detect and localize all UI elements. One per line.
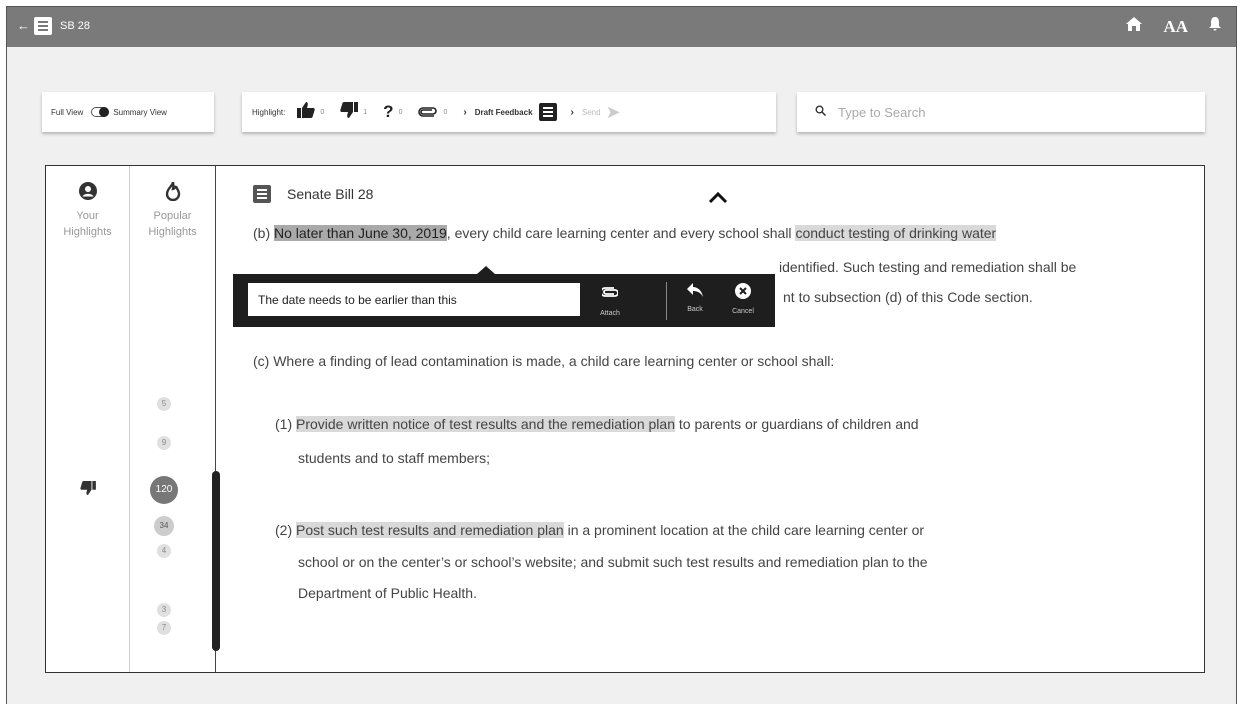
highlight-testing[interactable]: conduct testing of drinking water [795, 225, 997, 241]
attachment-filter[interactable]: 0 [418, 102, 447, 122]
thumbs-down-count: 1 [363, 108, 368, 116]
document-panel: Your Highlights Popular Highlights 5 9 1… [45, 165, 1205, 673]
comment-input[interactable] [248, 283, 580, 316]
item-2-line3: Department of Public Health. [298, 585, 477, 601]
your-highlights-label-line1: Your [76, 210, 99, 222]
send-icon: ➤ [605, 101, 621, 122]
send-button[interactable]: Send ➤ [582, 102, 621, 123]
comment-popup: Attach Back Cancel [233, 266, 775, 327]
collapse-chevron-up-icon[interactable] [708, 184, 728, 210]
para-b-prefix: (b) [253, 225, 274, 241]
item-2-line1: (2) Post such test results and remediati… [275, 520, 924, 540]
item-1-line1: (1) Provide written notice of test resul… [275, 414, 919, 434]
paperclip-icon [590, 282, 630, 308]
user-icon[interactable] [46, 180, 129, 208]
popularity-badge[interactable]: 7 [157, 621, 171, 635]
highlight-label: Highlight: [252, 107, 286, 117]
paragraph-b-line2-visible: identified. Such testing and remediation… [779, 259, 1077, 275]
cancel-label: Cancel [732, 308, 754, 315]
your-highlights-label-line2: Highlights [63, 226, 112, 238]
summary-view-label[interactable]: Summary View [113, 108, 167, 117]
thumbs-down-icon [340, 101, 359, 123]
para-b-text: , every child care learning center and e… [446, 225, 796, 241]
home-icon[interactable] [1125, 16, 1143, 37]
draft-feedback-label[interactable]: Draft Feedback [475, 108, 533, 117]
view-toggle-switch[interactable] [91, 107, 110, 117]
thumbs-up-filter[interactable]: 0 [297, 101, 325, 123]
question-count: 0 [398, 108, 403, 116]
item-2-number: (2) [275, 522, 296, 538]
draft-feedback-icon[interactable] [538, 103, 557, 121]
top-bar: ← SB 28 AA [7, 7, 1236, 47]
item-2-line2: school or on the center’s or school’s we… [298, 554, 928, 570]
item-1-text: to parents or guardians of children and [674, 416, 919, 432]
popular-highlights-column: Popular Highlights 5 9 120 34 4 3 7 [130, 166, 216, 672]
popularity-badge[interactable]: 9 [157, 436, 171, 450]
back-arrow-icon[interactable]: ← [17, 18, 30, 33]
popularity-badge[interactable]: 120 [150, 476, 178, 504]
highlight-item-1[interactable]: Provide written notice of test results a… [296, 416, 675, 432]
document-content: Senate Bill 28 (b) No later than June 30… [216, 166, 1204, 672]
popularity-badge[interactable]: 3 [157, 603, 171, 617]
search-box[interactable]: Type to Search [797, 92, 1205, 132]
search-placeholder: Type to Search [838, 104, 926, 120]
paragraph-b-line1: (b) No later than June 30, 2019, every c… [253, 223, 997, 243]
popularity-badge[interactable]: 4 [157, 544, 171, 558]
popup-divider [666, 282, 667, 320]
your-highlights-column: Your Highlights [46, 166, 130, 672]
back-button[interactable]: Back [675, 282, 715, 313]
popularity-badge[interactable]: 5 [157, 397, 171, 411]
popular-highlights-label-line2: Highlights [148, 226, 197, 238]
attach-button[interactable]: Attach [590, 282, 630, 317]
attachment-count: 0 [443, 108, 448, 116]
item-1-number: (1) [275, 416, 296, 432]
app-frame: ← SB 28 AA Full View Summary View Highli… [6, 6, 1237, 704]
paragraph-b-line3-visible: nt to subsection (d) of this Code sectio… [783, 289, 1033, 305]
bell-icon[interactable] [1208, 16, 1222, 37]
highlight-item-2[interactable]: Post such test results and remediation p… [296, 522, 564, 538]
item-1-line2: students and to staff members; [298, 450, 490, 466]
chevron-right-icon: › [463, 106, 467, 118]
popular-highlights-label-line1: Popular [153, 210, 192, 222]
document-icon [253, 185, 271, 203]
chevron-right-icon: › [570, 106, 574, 118]
fire-icon[interactable] [130, 180, 215, 208]
highlight-date[interactable]: No later than June 30, 2019 [274, 225, 447, 241]
thumbs-down-filter[interactable]: 1 [340, 101, 368, 123]
attach-label: Attach [600, 310, 620, 317]
document-short-title: SB 28 [60, 20, 90, 32]
document-icon [34, 17, 52, 35]
question-filter[interactable]: ? 0 [383, 102, 402, 122]
send-label: Send [581, 107, 601, 117]
document-title-text: Senate Bill 28 [287, 186, 374, 202]
back-label: Back [687, 306, 703, 313]
paragraph-c: (c) Where a finding of lead contaminatio… [253, 353, 835, 369]
thumbs-up-icon [297, 101, 316, 123]
font-size-icon[interactable]: AA [1163, 17, 1188, 37]
close-circle-icon [723, 282, 763, 306]
document-title: Senate Bill 28 [253, 185, 373, 203]
paperclip-icon [418, 102, 438, 122]
thumbs-up-count: 0 [320, 108, 325, 116]
item-2-text: in a prominent location at the child car… [563, 522, 925, 538]
view-toggle-card: Full View Summary View [42, 92, 214, 132]
popularity-badge[interactable]: 34 [154, 516, 174, 536]
full-view-label[interactable]: Full View [51, 108, 83, 117]
search-icon [815, 105, 827, 119]
thumbs-down-icon[interactable] [80, 481, 96, 500]
highlight-toolbar: Highlight: 0 1 ? 0 0 › Draft Feedback › [242, 92, 776, 132]
reply-arrow-icon [675, 282, 715, 304]
question-icon: ? [383, 102, 394, 121]
cancel-button[interactable]: Cancel [723, 282, 763, 315]
